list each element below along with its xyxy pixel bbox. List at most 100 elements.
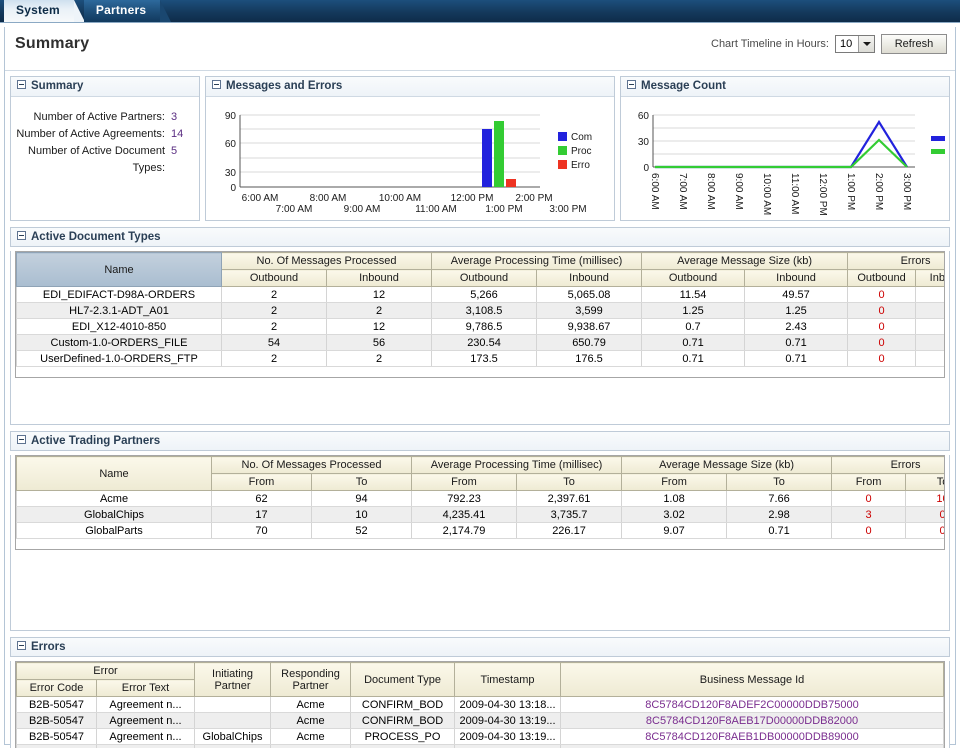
th-size-to[interactable]: To (727, 474, 832, 491)
table-row[interactable]: B2B-50547 Agreement n... Acme PROCESS_PO… (17, 745, 944, 748)
table-header-group-row: Name No. Of Messages Processed Average P… (17, 457, 946, 474)
scrollbar-thumb[interactable] (944, 713, 945, 733)
table-row[interactable]: Custom-1.0-ORDERS_FILE 54 56 230.54 650.… (17, 335, 946, 351)
cell-error-code: B2B-50547 (17, 729, 97, 745)
cell-err-from: 0 (832, 491, 906, 507)
cell-size-to: 2.98 (727, 507, 832, 523)
cell-size-from: 3.02 (622, 507, 727, 523)
scrollbar-track[interactable] (944, 733, 945, 744)
th-msg-outbound[interactable]: Outbound (222, 270, 327, 287)
collapse-icon[interactable] (17, 641, 26, 650)
panel-message-count: Message Count (620, 76, 950, 221)
errors-title: Errors (31, 641, 66, 653)
cell-message-id[interactable]: 8C5784CD120F8AEB1DB00000DDB89000 (561, 729, 944, 745)
active-trading-partners-table: Name No. Of Messages Processed Average P… (16, 456, 945, 549)
scroll-down-icon[interactable] (944, 744, 945, 748)
collapse-icon[interactable] (17, 435, 26, 444)
collapse-icon[interactable] (627, 80, 636, 89)
table-row[interactable]: UserDefined-1.0-ORDERS_FTP 2 2 173.5 176… (17, 351, 946, 367)
cell-msg-out: 2 (222, 319, 327, 335)
collapse-icon[interactable] (212, 80, 221, 89)
table-row[interactable]: B2B-50547 Agreement n... Acme CONFIRM_BO… (17, 713, 944, 729)
th-msg-inbound[interactable]: Inbound (327, 270, 432, 287)
th-err-to[interactable]: To (906, 474, 945, 491)
tab-system-label: System (16, 3, 60, 17)
table-row[interactable]: EDI_X12-4010-850 2 12 9,786.5 9,938.67 0… (17, 319, 946, 335)
cell-size-in: 2.43 (745, 319, 848, 335)
table-row[interactable]: GlobalChips 17 10 4,235.41 3,735.7 3.02 … (17, 507, 946, 523)
th-msg-from[interactable]: From (212, 474, 312, 491)
cell-msg-to: 52 (312, 523, 412, 539)
panel-summary-header[interactable]: Summary (11, 77, 199, 97)
th-error-code[interactable]: Error Code (17, 680, 97, 697)
chevron-down-icon[interactable] (858, 36, 874, 52)
cell-message-id[interactable]: 8C5784CD120F8AEB17D00000DDB82000 (561, 713, 944, 729)
th-initiating-partner[interactable]: Initiating Partner (195, 663, 271, 697)
collapse-icon[interactable] (17, 231, 26, 240)
cell-time-from: 4,235.41 (412, 507, 517, 523)
cell-name: Custom-1.0-ORDERS_FILE (17, 335, 222, 351)
cell-err-to: 10 (906, 491, 945, 507)
th-size-outbound[interactable]: Outbound (642, 270, 745, 287)
cell-msg-from: 17 (212, 507, 312, 523)
th-errors: Errors (848, 253, 945, 270)
th-msg-to[interactable]: To (312, 474, 412, 491)
tab-system[interactable]: System (4, 0, 74, 22)
table-row[interactable]: GlobalParts 70 52 2,174.79 226.17 9.07 0… (17, 523, 946, 539)
summary-stat-row: Number of Active Partners: 3 (15, 109, 189, 126)
cell-message-id[interactable]: 8C5784CD120F8AEB26300000DDB90000 (561, 745, 944, 748)
scrollbar-header-spacer (944, 663, 945, 696)
errors-header[interactable]: Errors (10, 637, 950, 657)
timeline-select[interactable]: 10 (835, 35, 875, 53)
errors-body: Error Initiating Partner Responding Part… (10, 661, 950, 748)
cell-message-id[interactable]: 8C5784CD120F8ADEF2C00000DDB75000 (561, 697, 944, 713)
cell-size-from: 9.07 (622, 523, 727, 539)
th-name[interactable]: Name (17, 457, 212, 491)
table-row[interactable]: B2B-50547 Agreement n... Acme CONFIRM_BO… (17, 697, 944, 713)
th-err-inbound[interactable]: Inbound (916, 270, 945, 287)
th-err-outbound[interactable]: Outbound (848, 270, 916, 287)
th-avg-message-size: Average Message Size (kb) (622, 457, 832, 474)
table-row[interactable]: Acme 62 94 792.23 2,397.61 1.08 7.66 0 1… (17, 491, 946, 507)
xtick-0900: 9:00 AM (733, 173, 744, 210)
th-time-from[interactable]: From (412, 474, 517, 491)
th-size-inbound[interactable]: Inbound (745, 270, 848, 287)
active-trading-partners-header[interactable]: Active Trading Partners (10, 431, 950, 451)
scroll-up-icon[interactable] (944, 696, 945, 712)
th-err-from[interactable]: From (832, 474, 906, 491)
th-time-to[interactable]: To (517, 474, 622, 491)
th-business-message-id[interactable]: Business Message Id (561, 663, 944, 697)
cell-time-in: 5,065.08 (537, 287, 642, 303)
panel-message-count-header[interactable]: Message Count (621, 77, 949, 97)
bar-processing (494, 121, 504, 187)
panel-message-count-title: Message Count (641, 80, 726, 92)
ytick-0: 0 (643, 163, 649, 174)
th-time-outbound[interactable]: Outbound (432, 270, 537, 287)
cell-initiating (195, 713, 271, 729)
cell-initiating: GlobalChips (195, 729, 271, 745)
th-document-type[interactable]: Document Type (351, 663, 455, 697)
th-name[interactable]: Name (17, 253, 222, 287)
panel-messages-and-errors-header[interactable]: Messages and Errors (206, 77, 614, 97)
table-row[interactable]: EDI_EDIFACT-D98A-ORDERS 2 12 5,266 5,065… (17, 287, 946, 303)
cell-err-to: 0 (906, 507, 945, 523)
tab-partners[interactable]: Partners (84, 0, 160, 22)
cell-name: GlobalChips (17, 507, 212, 523)
th-timestamp[interactable]: Timestamp (455, 663, 561, 697)
errors-vertical-scrollbar[interactable] (944, 662, 945, 748)
th-error-text[interactable]: Error Text (97, 680, 195, 697)
collapse-icon[interactable] (17, 80, 26, 89)
th-responding-partner[interactable]: Responding Partner (271, 663, 351, 697)
th-time-inbound[interactable]: Inbound (537, 270, 642, 287)
active-document-types-header[interactable]: Active Document Types (10, 227, 950, 247)
table-row[interactable]: HL7-2.3.1-ADT_A01 2 2 3,108.5 3,599 1.25… (17, 303, 946, 319)
errors-table: Error Initiating Partner Responding Part… (16, 662, 944, 748)
messages-errors-chart: 90 60 30 0 6:00 AM 7:00 AM 8:00 AM (210, 101, 610, 219)
filler-cell (17, 539, 946, 549)
table-row[interactable]: B2B-50547 Agreement n... GlobalChips Acm… (17, 729, 944, 745)
cell-size-in: 49.57 (745, 287, 848, 303)
refresh-button[interactable]: Refresh (881, 34, 947, 54)
xtick-1100: 11:00 AM (789, 173, 800, 215)
cell-size-in: 1.25 (745, 303, 848, 319)
th-size-from[interactable]: From (622, 474, 727, 491)
